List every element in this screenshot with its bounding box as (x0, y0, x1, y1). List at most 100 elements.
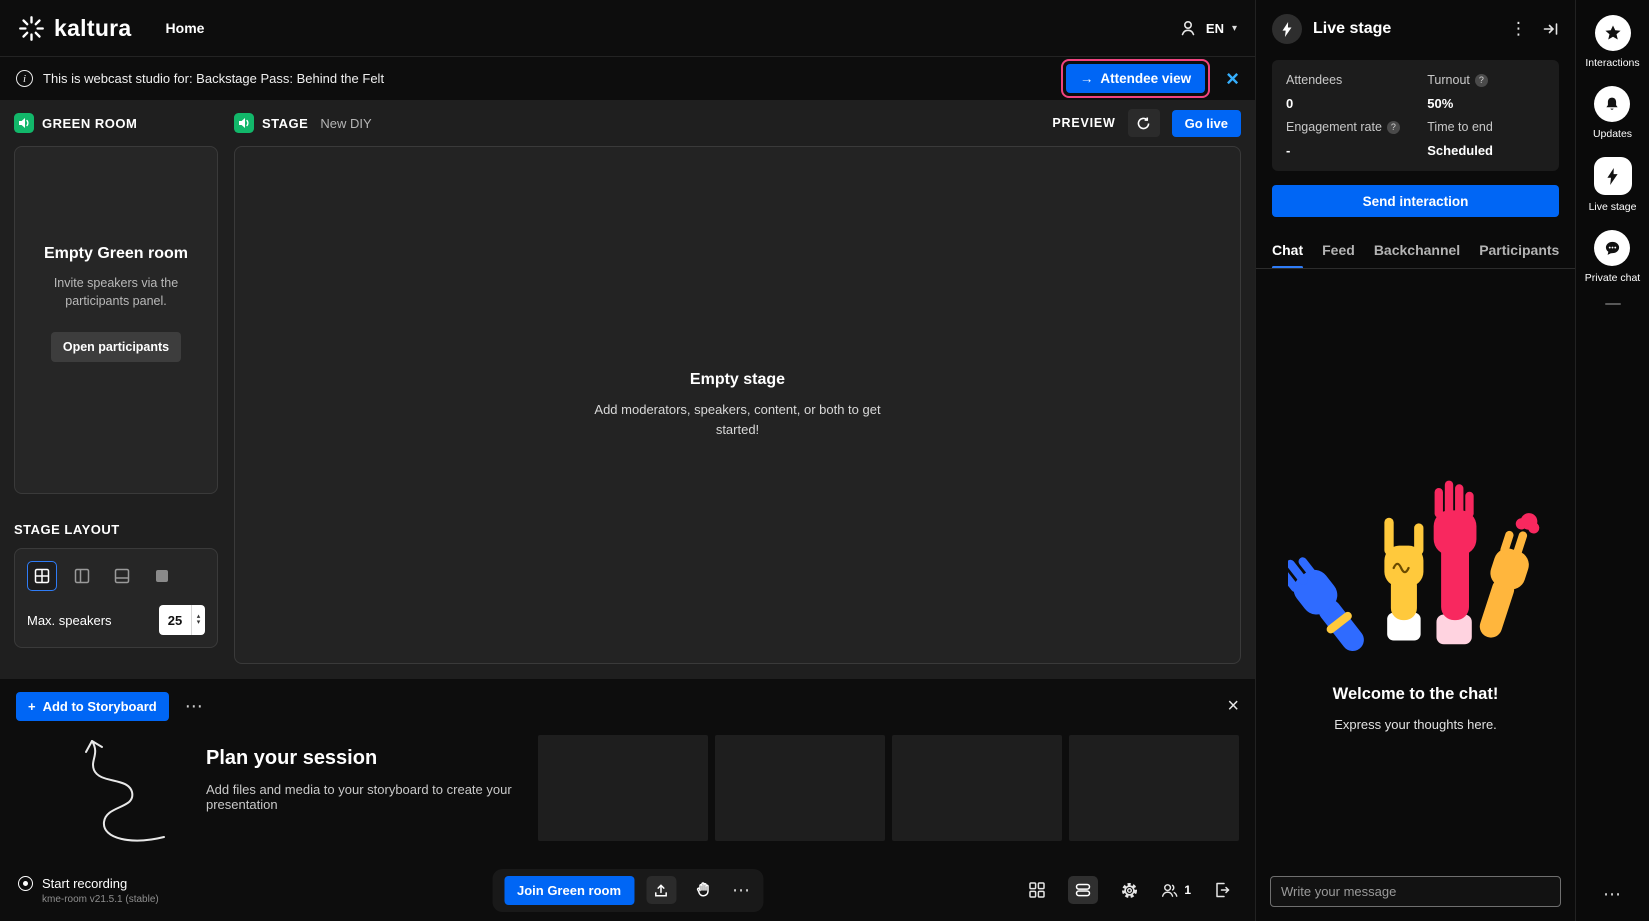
refresh-button[interactable] (1128, 109, 1160, 137)
rail-item-live-stage[interactable]: Live stage (1589, 157, 1637, 213)
send-interaction-button[interactable]: Send interaction (1272, 185, 1559, 217)
preview-label: PREVIEW (1052, 116, 1115, 130)
squiggle-arrow-illustration (44, 727, 194, 847)
sidebar-layout-icon[interactable] (67, 561, 97, 591)
studio-area: GREEN ROOM Empty Green room Invite speak… (0, 100, 1255, 859)
tab-feed[interactable]: Feed (1322, 242, 1355, 268)
participants-button[interactable]: 1 (1160, 876, 1191, 904)
user-icon[interactable] (1178, 18, 1198, 38)
lightning-icon (1272, 14, 1302, 44)
turnout-label: Turnout? (1427, 73, 1545, 87)
storyboard-section: + Add to Storyboard ⋯ × Plan your sess (0, 679, 1255, 859)
leave-room-icon[interactable] (1207, 876, 1237, 904)
apps-rail: Interactions Updates Live stage (1575, 0, 1649, 921)
storyboard-title: Plan your session (206, 747, 516, 770)
banner-actions: → Attendee view × (1061, 59, 1239, 98)
record-icon (18, 876, 33, 891)
chevron-down-icon[interactable]: ▾ (1232, 23, 1237, 34)
arrow-right-icon: → (1080, 71, 1094, 86)
rail-item-private-chat[interactable]: Private chat (1585, 230, 1640, 284)
live-panel-header: Live stage ⋮ (1256, 0, 1575, 58)
engagement-label: Engagement rate? (1286, 120, 1427, 134)
tab-backchannel[interactable]: Backchannel (1374, 242, 1460, 268)
max-speakers-input[interactable]: 25 ▴▾ (159, 605, 205, 635)
storyboard-texts: Plan your session Add files and media to… (206, 727, 516, 847)
live-panel-actions: ⋮ (1510, 19, 1559, 39)
banner-close-icon[interactable]: × (1226, 68, 1239, 90)
kaltura-brand[interactable]: kaltura (18, 15, 132, 42)
time-to-end-label: Time to end (1427, 120, 1545, 134)
collapse-panel-icon[interactable] (1542, 21, 1559, 37)
info-icon: i (16, 70, 33, 87)
more-options-icon[interactable]: ⋯ (732, 880, 751, 901)
banner-message: This is webcast studio for: Backstage Pa… (43, 71, 384, 86)
solo-layout-icon[interactable] (147, 561, 177, 591)
kebab-menu-icon[interactable]: ⋮ (1510, 19, 1527, 39)
message-input-row (1256, 876, 1575, 921)
main-column: kaltura Home EN ▾ i This is webcast stud… (0, 0, 1255, 921)
attendees-label: Attendees (1286, 73, 1427, 87)
stage-mode-label: New DIY (320, 116, 371, 131)
green-room-column: GREEN ROOM Empty Green room Invite speak… (14, 100, 218, 679)
stage-actions: PREVIEW Go live (1052, 109, 1241, 137)
help-icon[interactable]: ? (1475, 74, 1488, 87)
layout-options (27, 561, 205, 591)
attendee-view-button[interactable]: → Attendee view (1066, 64, 1205, 93)
language-selector[interactable]: EN (1206, 21, 1224, 36)
topbar-right: EN ▾ (1178, 18, 1237, 38)
green-room-header: GREEN ROOM (14, 100, 218, 146)
green-room-empty-desc: Invite speakers via the participants pan… (31, 274, 201, 310)
stage-layout-card: Max. speakers 25 ▴▾ (14, 548, 218, 648)
start-recording-button[interactable]: Start recording (18, 876, 159, 891)
center-controls: Join Green room ⋯ (492, 869, 763, 912)
rail-item-interactions[interactable]: Interactions (1585, 15, 1639, 69)
list-view-icon[interactable] (1068, 876, 1098, 904)
attendees-value: 0 (1286, 96, 1427, 111)
plus-icon: + (28, 699, 36, 714)
room-version-label: kme-room v21.5.1 (stable) (42, 894, 159, 905)
stage-title: STAGE (262, 116, 308, 131)
storyboard-more-icon[interactable]: ⋯ (185, 696, 204, 717)
chat-bubble-icon (1594, 230, 1630, 266)
storyboard-slot[interactable] (892, 735, 1062, 841)
storyboard-slot[interactable] (538, 735, 708, 841)
live-panel-title: Live stage (1313, 20, 1391, 38)
grid-layout-icon[interactable] (27, 561, 57, 591)
storyboard-close-icon[interactable]: × (1227, 696, 1239, 716)
engagement-value: - (1286, 143, 1427, 158)
green-room-empty-title: Empty Green room (44, 245, 188, 263)
rail-divider (1605, 303, 1621, 305)
grid-view-icon[interactable] (1022, 876, 1052, 904)
nav-home[interactable]: Home (166, 20, 205, 36)
share-content-button[interactable] (646, 876, 676, 904)
lightning-icon (1594, 157, 1632, 195)
max-speakers-label: Max. speakers (27, 613, 159, 628)
join-green-room-button[interactable]: Join Green room (504, 876, 634, 905)
bell-icon (1594, 86, 1630, 122)
open-participants-button[interactable]: Open participants (51, 332, 181, 362)
time-to-end-value: Scheduled (1427, 143, 1545, 158)
live-stage-panel: Live stage ⋮ Attendees Turnout? 0 50% En… (1255, 0, 1575, 921)
number-stepper[interactable]: ▴▾ (191, 605, 205, 635)
turnout-value: 50% (1427, 96, 1545, 111)
go-live-button[interactable]: Go live (1172, 110, 1241, 137)
add-to-storyboard-button[interactable]: + Add to Storyboard (16, 692, 169, 721)
storyboard-slots (538, 727, 1239, 847)
storyboard-slot[interactable] (715, 735, 885, 841)
stage-layout-header: STAGE LAYOUT (14, 510, 218, 548)
settings-gear-icon[interactable] (1114, 876, 1144, 904)
storyboard-slot[interactable] (1069, 735, 1239, 841)
tab-chat[interactable]: Chat (1272, 242, 1303, 268)
rail-item-updates[interactable]: Updates (1593, 86, 1632, 140)
attendee-view-highlight: → Attendee view (1061, 59, 1210, 98)
participants-count: 1 (1184, 883, 1191, 897)
message-input[interactable] (1270, 876, 1561, 907)
speaker-icon (14, 113, 34, 133)
stage-canvas[interactable]: Empty stage Add moderators, speakers, co… (234, 146, 1241, 664)
rows-layout-icon[interactable] (107, 561, 137, 591)
rail-more-icon[interactable]: ⋯ (1603, 884, 1622, 905)
help-icon[interactable]: ? (1387, 121, 1400, 134)
recording-group: Start recording kme-room v21.5.1 (stable… (18, 876, 159, 905)
raise-hand-button[interactable] (688, 876, 718, 904)
tab-participants[interactable]: Participants (1479, 242, 1559, 268)
